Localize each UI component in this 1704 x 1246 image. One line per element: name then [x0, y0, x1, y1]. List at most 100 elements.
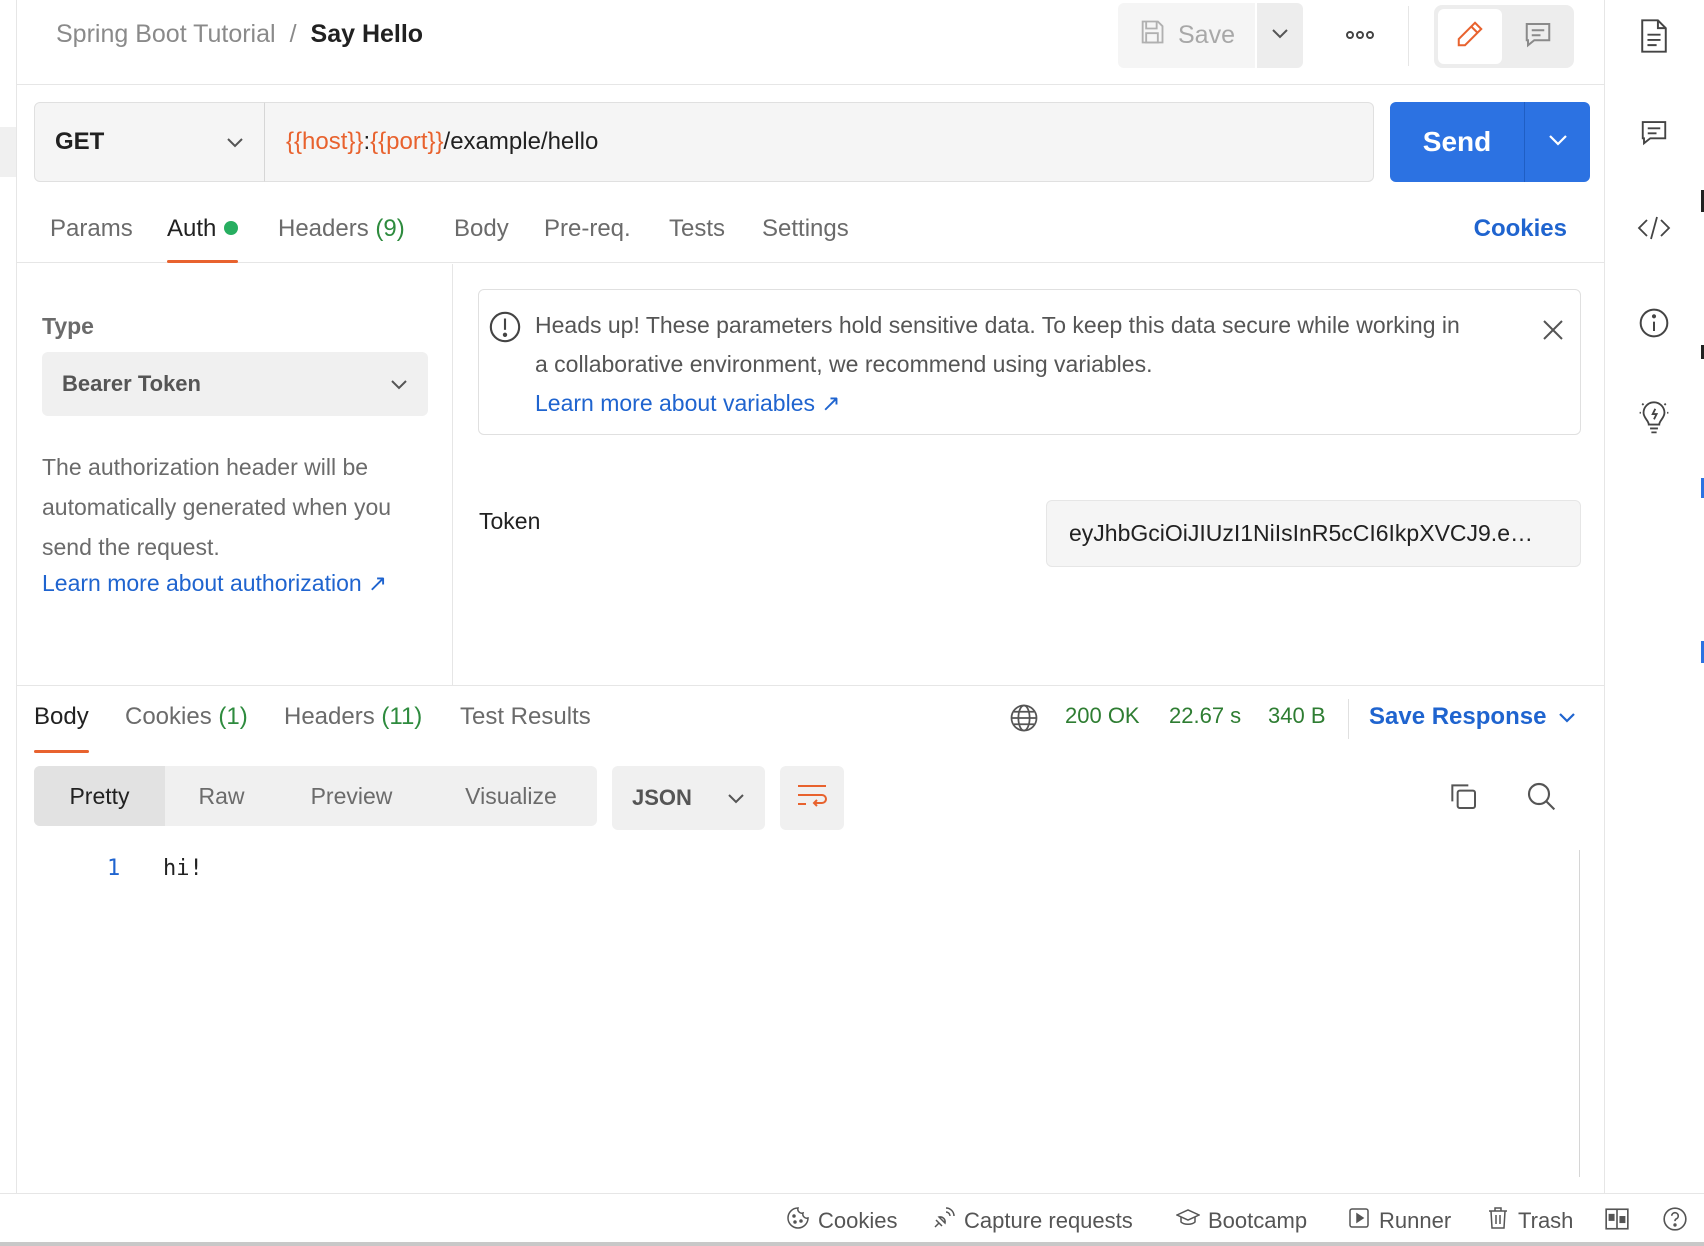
wrap-lines-icon — [796, 783, 828, 814]
response-time[interactable]: 22.67 s — [1169, 703, 1241, 729]
chevron-down-icon — [727, 785, 745, 811]
capture-requests-button[interactable]: Capture requests — [932, 1206, 1133, 1236]
help-icon[interactable] — [1662, 1206, 1688, 1237]
trash-icon — [1486, 1206, 1510, 1236]
request-header: Spring Boot Tutorial / Say Hello Save — [17, 0, 1605, 85]
document-icon[interactable] — [1636, 18, 1672, 54]
send-button[interactable]: Send — [1390, 102, 1525, 182]
save-response-button[interactable]: Save Response — [1369, 703, 1576, 731]
url-path: /example/hello — [443, 128, 599, 155]
search-icon[interactable] — [1525, 780, 1557, 817]
code-icon[interactable] — [1636, 210, 1672, 246]
url-colon: : — [363, 128, 371, 155]
tab-settings-label: Settings — [762, 215, 849, 242]
breadcrumb-collection[interactable]: Spring Boot Tutorial — [56, 20, 276, 49]
url-input[interactable]: {{host}} : {{port}} /example/hello — [264, 102, 1374, 182]
tab-body[interactable]: Body — [454, 215, 509, 263]
layout-toggle-icon[interactable] — [1604, 1206, 1630, 1237]
edit-mode-button[interactable] — [1438, 9, 1502, 64]
save-options-button[interactable] — [1257, 3, 1303, 68]
copy-icon[interactable] — [1447, 780, 1479, 817]
comment-mode-button[interactable] — [1506, 9, 1570, 64]
response-tab-headers[interactable]: Headers (11) — [284, 703, 422, 751]
horizontal-scrollbar[interactable] — [0, 1242, 1704, 1246]
tab-prerequest[interactable]: Pre-req. — [544, 215, 631, 263]
send-options-button[interactable] — [1525, 102, 1590, 182]
pencil-icon — [1455, 19, 1485, 54]
runner-button[interactable]: Runner — [1347, 1206, 1451, 1236]
tab-tests[interactable]: Tests — [669, 215, 725, 263]
floppy-disk-icon — [1138, 18, 1166, 53]
save-label: Save — [1178, 21, 1235, 49]
response-tab-cookies[interactable]: Cookies (1) — [125, 703, 248, 751]
tab-auth[interactable]: Auth — [167, 215, 239, 263]
comment-icon — [1523, 19, 1553, 54]
info-icon[interactable] — [1636, 305, 1672, 341]
learn-variables-link[interactable]: Learn more about variables ↗ — [535, 390, 841, 417]
response-body-viewer[interactable]: 1 hi! — [34, 850, 1580, 1180]
trash-button[interactable]: Trash — [1486, 1206, 1573, 1236]
cookie-icon — [786, 1206, 810, 1236]
breadcrumb-request-name[interactable]: Say Hello — [311, 20, 424, 49]
breadcrumb: Spring Boot Tutorial / Say Hello — [56, 20, 423, 49]
response-size[interactable]: 340 B — [1268, 703, 1326, 729]
response-body-line: hi! — [163, 856, 203, 881]
url-host-variable: {{host}} — [286, 128, 364, 155]
chevron-down-icon — [1548, 133, 1568, 151]
view-visualize-button[interactable]: Visualize — [425, 766, 597, 826]
tab-prerequest-label: Pre-req. — [544, 215, 631, 242]
capture-requests-label: Capture requests — [964, 1208, 1133, 1233]
alert-icon — [488, 310, 522, 349]
method-value: GET — [55, 128, 105, 155]
wrap-lines-button[interactable] — [780, 766, 844, 830]
bootcamp-button[interactable]: Bootcamp — [1175, 1206, 1308, 1236]
chevron-down-icon — [1271, 27, 1289, 45]
collapsed-sidebar-edge — [0, 0, 17, 1193]
method-select[interactable]: GET — [34, 102, 265, 182]
response-tab-body-label: Body — [34, 703, 89, 730]
view-preview-button[interactable]: Preview — [278, 766, 425, 826]
sidebar-tab-stub[interactable] — [0, 127, 16, 177]
save-button[interactable]: Save — [1118, 3, 1255, 68]
runner-label: Runner — [1379, 1208, 1452, 1233]
response-tab-test-results[interactable]: Test Results — [460, 703, 591, 751]
url-port-variable: {{port}} — [370, 128, 444, 155]
token-input[interactable]: eyJhbGciOiJIUzI1NiIsInR5cCI6IkpXVCJ9.e… — [1046, 500, 1581, 567]
request-editor: Spring Boot Tutorial / Say Hello Save GE… — [17, 0, 1605, 1193]
ellipsis-icon — [1345, 27, 1375, 45]
response-format-select[interactable]: JSON — [612, 766, 765, 830]
auth-type-label: Type — [42, 313, 94, 339]
response-tab-body[interactable]: Body — [34, 703, 89, 753]
tab-body-label: Body — [454, 215, 509, 242]
response-tab-cookies-label: Cookies — [125, 703, 212, 730]
chevron-down-icon — [226, 128, 244, 156]
tab-headers[interactable]: Headers (9) — [278, 215, 405, 263]
tab-params[interactable]: Params — [50, 215, 133, 263]
tab-settings[interactable]: Settings — [762, 215, 849, 263]
chevron-down-icon — [390, 371, 408, 397]
cookies-link[interactable]: Cookies — [1474, 215, 1567, 243]
auth-type-select[interactable]: Bearer Token — [42, 352, 428, 416]
globe-icon[interactable] — [1009, 703, 1039, 738]
response-status[interactable]: 200 OK — [1065, 703, 1140, 729]
right-sidebar — [1606, 0, 1704, 1193]
comment-icon[interactable] — [1636, 114, 1672, 150]
tab-auth-label: Auth — [167, 215, 217, 242]
response-tab-headers-count: (11) — [381, 703, 423, 730]
vertical-scrollbar[interactable] — [1579, 850, 1580, 1177]
statusbar-cookies-button[interactable]: Cookies — [786, 1206, 897, 1236]
close-notice-button[interactable] — [1538, 317, 1568, 347]
play-icon — [1347, 1206, 1371, 1236]
trash-label: Trash — [1518, 1208, 1574, 1233]
more-actions-button[interactable] — [1337, 18, 1383, 54]
tab-params-label: Params — [50, 215, 133, 242]
token-label: Token — [479, 508, 541, 534]
satellite-icon — [932, 1206, 956, 1236]
learn-auth-link[interactable]: Learn more about authorization ↗ — [42, 570, 387, 597]
auth-type-value: Bearer Token — [62, 371, 201, 396]
graduation-cap-icon — [1175, 1206, 1201, 1236]
bootcamp-label: Bootcamp — [1208, 1208, 1308, 1233]
lightbulb-icon[interactable] — [1636, 400, 1672, 436]
view-raw-button[interactable]: Raw — [165, 766, 278, 826]
view-pretty-button[interactable]: Pretty — [34, 766, 165, 826]
